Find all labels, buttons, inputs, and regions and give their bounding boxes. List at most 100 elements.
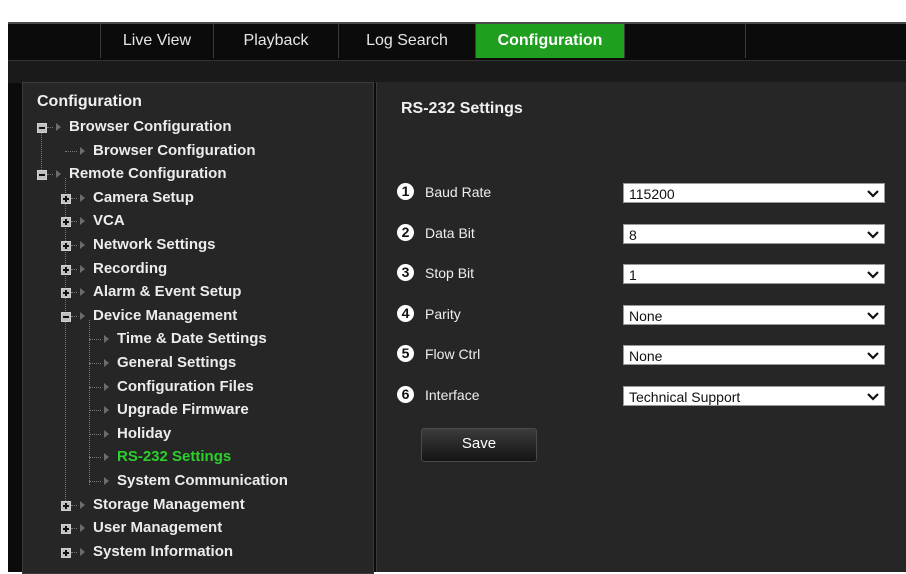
collapse-icon[interactable] [61,311,71,322]
tree-item[interactable]: Time & Date Settings [117,328,267,350]
row-number-badge: 2 [397,223,414,241]
field-dropdown[interactable]: Technical Support [623,385,885,406]
tree-item[interactable]: Browser Configuration [69,116,232,138]
tree-connector-line [71,315,77,317]
tree-connector-line [65,150,77,152]
expand-icon[interactable] [61,547,71,558]
tree-item[interactable]: Configuration Files [117,376,254,398]
tree-item[interactable]: Storage Management [93,494,245,516]
expand-icon[interactable] [61,193,71,204]
triangle-right-icon [104,429,109,438]
triangle-right-icon [80,524,85,533]
tree-item[interactable]: Browser Configuration [93,140,256,162]
triangle-right-icon [104,453,109,462]
dropdown-value: 1 [629,267,637,283]
triangle-right-icon [56,123,61,131]
triangle-right-icon [104,477,109,485]
tree-connector-line [71,221,77,223]
tree-connector-line [71,197,77,199]
tree-item[interactable]: System Information [93,541,233,563]
tab-empty [625,24,746,58]
expand-icon[interactable] [61,288,71,299]
tree-item[interactable]: General Settings [117,352,236,374]
expand-icon[interactable] [61,264,71,275]
settings-panel: RS-232 Settings 1 Baud Rate 115200 2 Data Bi… [376,82,906,572]
tree-connector-line [89,339,101,341]
tree-item[interactable]: Camera Setup [93,187,194,209]
tab-spacer [8,24,101,58]
tree-connector-line [71,245,77,246]
tree-connector-line [89,410,101,412]
chevron-down-icon [867,392,879,401]
tree-connector-line [47,174,53,176]
tree-item[interactable]: Holiday [117,423,171,445]
chevron-down-icon [867,230,879,239]
row-number-badge: 6 [397,385,414,403]
tree-item[interactable]: Alarm & Event Setup [93,281,241,303]
field-label: Stop Bit [425,265,475,281]
dropdown-value: 8 [629,226,637,243]
field-dropdown[interactable]: None [623,345,885,365]
dropdown-value: None [629,348,663,364]
expand-icon[interactable] [61,500,71,511]
chevron-down-icon [867,190,879,198]
triangle-right-icon [80,288,85,297]
tab-live-view[interactable]: Live View [101,24,214,58]
tree-item[interactable]: Recording [93,258,167,280]
tree-item[interactable]: System Communication [117,470,288,492]
tree-connector-line [71,268,77,270]
tree-item[interactable]: Upgrade Firmware [117,399,249,421]
tree-item[interactable]: Remote Configuration [69,163,227,185]
triangle-right-icon [104,382,109,391]
field-label: Data Bit [425,224,475,241]
tree-connector-line [89,363,101,364]
tree-item[interactable]: RS-232 Settings [117,446,231,468]
triangle-right-icon [80,500,85,509]
tree-connector-line [89,481,101,482]
field-label: Baud Rate [425,184,492,200]
field-dropdown[interactable]: 8 [623,223,885,244]
tree-connector-line [47,127,53,128]
tree-item[interactable]: User Management [93,517,222,539]
tree-connector-line [71,528,77,530]
save-button[interactable]: Save [421,428,537,462]
triangle-right-icon [80,264,85,273]
chevron-down-icon [867,311,879,320]
field-dropdown[interactable]: 115200 [623,183,885,203]
tree-connector-line [89,386,101,388]
main-tab-bar: Live View Playback Log Search Configurat… [8,24,746,60]
tree-connector-line [71,551,77,553]
chevron-down-icon [867,352,879,360]
dropdown-value: Technical Support [629,388,741,405]
field-label: Flow Ctrl [425,346,481,362]
tab-log-search[interactable]: Log Search [339,24,476,58]
tree-connector-line [89,457,101,459]
tree-item[interactable]: Network Settings [93,234,216,256]
triangle-right-icon [104,335,109,344]
field-dropdown[interactable]: 1 [623,264,885,284]
tab-playback[interactable]: Playback [214,24,339,58]
collapse-icon[interactable] [37,170,47,181]
page-title: RS-232 Settings [401,100,523,117]
triangle-right-icon [80,217,85,226]
expand-icon[interactable] [61,524,71,535]
sub-bar [8,60,906,83]
tree-connector-line [89,433,101,435]
config-tree: Browser Configuration Browser Configurati… [23,83,373,573]
tree-connector-line [65,178,66,509]
dropdown-value: 115200 [629,186,675,202]
configuration-sidebar: Configuration Browser Configuration Brows… [22,82,374,574]
collapse-icon[interactable] [37,123,47,133]
triangle-right-icon [104,406,109,415]
field-dropdown[interactable]: None [623,304,885,325]
expand-icon[interactable] [61,241,71,251]
tree-item[interactable]: Device Management [93,305,237,327]
field-label: Parity [425,305,461,322]
row-number-badge: 4 [397,304,414,322]
triangle-right-icon [104,359,109,367]
expand-icon[interactable] [61,217,71,228]
tab-configuration[interactable]: Configuration [476,24,625,58]
app-window: Live View Playback Log Search Configurat… [8,22,906,574]
tree-item[interactable]: VCA [93,210,125,232]
triangle-right-icon [80,146,85,155]
